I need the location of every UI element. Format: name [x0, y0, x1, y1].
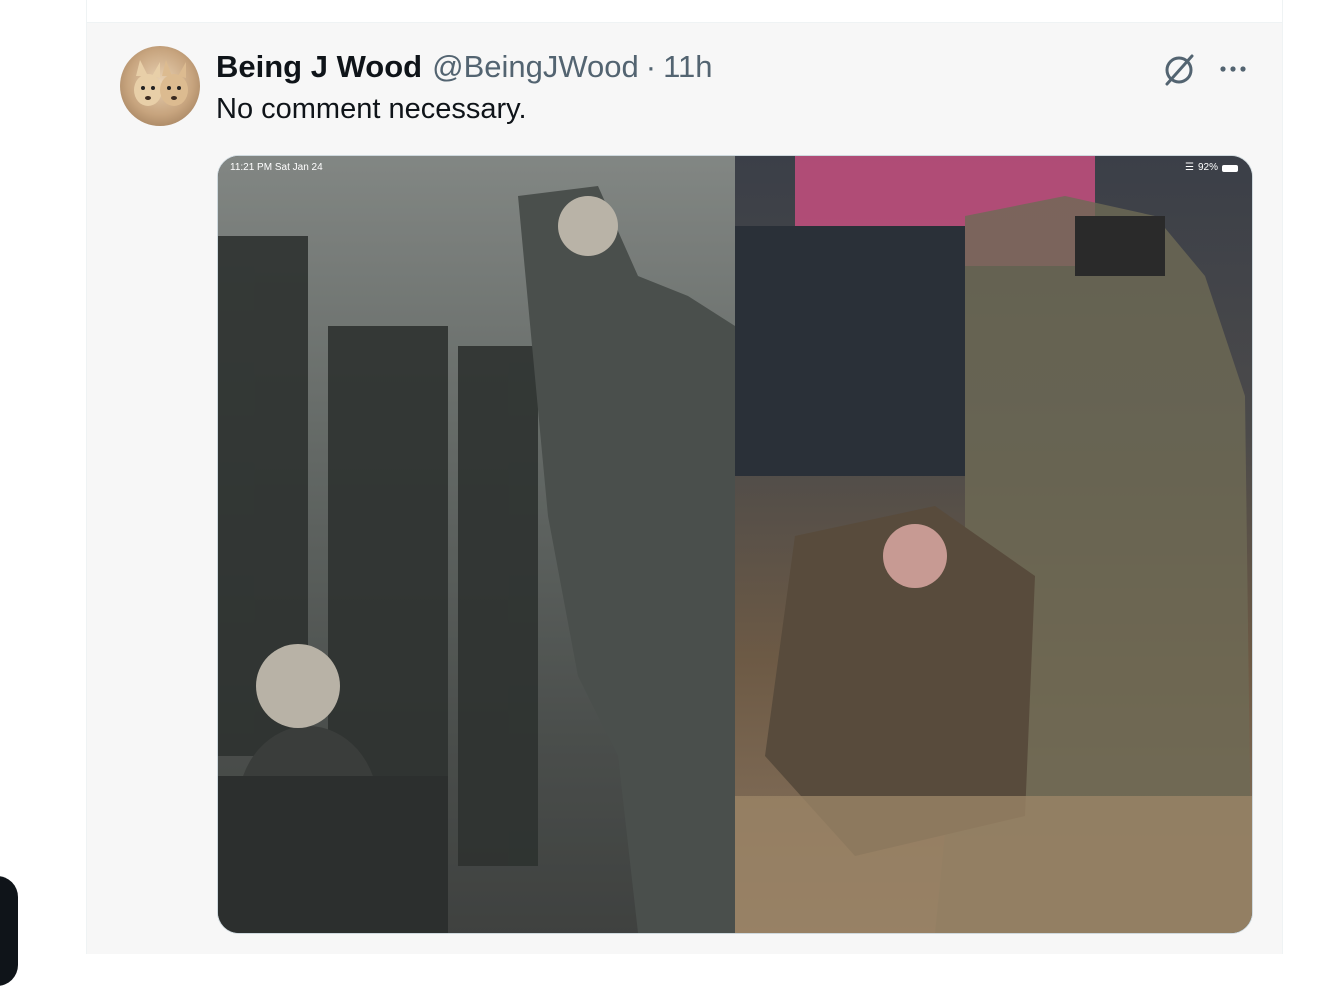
status-battery: ☰ 92% — [1185, 156, 1238, 180]
tweet-header: Being J Wood @BeingJWood · 11h — [216, 47, 713, 87]
avatar[interactable] — [120, 46, 200, 126]
more-icon[interactable] — [1215, 51, 1251, 87]
media-left-photo — [218, 156, 735, 933]
previous-tweet-end — [87, 0, 1282, 23]
display-name[interactable]: Being J Wood — [216, 47, 422, 87]
battery-icon — [1222, 164, 1238, 172]
grok-icon[interactable] — [1159, 50, 1199, 90]
separator: · — [645, 49, 657, 84]
status-time: 11:21 PM Sat Jan 24 — [230, 162, 323, 173]
timestamp[interactable]: 11h — [663, 47, 712, 87]
image-status-bar: 11:21 PM Sat Jan 24 ☰ 92% — [218, 156, 1252, 180]
wifi-icon: ☰ — [1185, 162, 1194, 173]
tweet[interactable]: Being J Wood @BeingJWood · 11h No commen… — [87, 23, 1282, 954]
tweet-text: No comment necessary. — [216, 93, 527, 125]
handle[interactable]: @BeingJWood — [432, 47, 639, 87]
battery-percent: 92% — [1197, 162, 1218, 173]
tweet-media-image[interactable]: 11:21 PM Sat Jan 24 ☰ 92% — [217, 155, 1253, 934]
media-right-photo — [735, 156, 1252, 933]
avatar-dogs-icon — [134, 60, 188, 106]
feed-column: Being J Wood @BeingJWood · 11h No commen… — [86, 0, 1283, 954]
floating-action-button[interactable] — [0, 876, 18, 986]
